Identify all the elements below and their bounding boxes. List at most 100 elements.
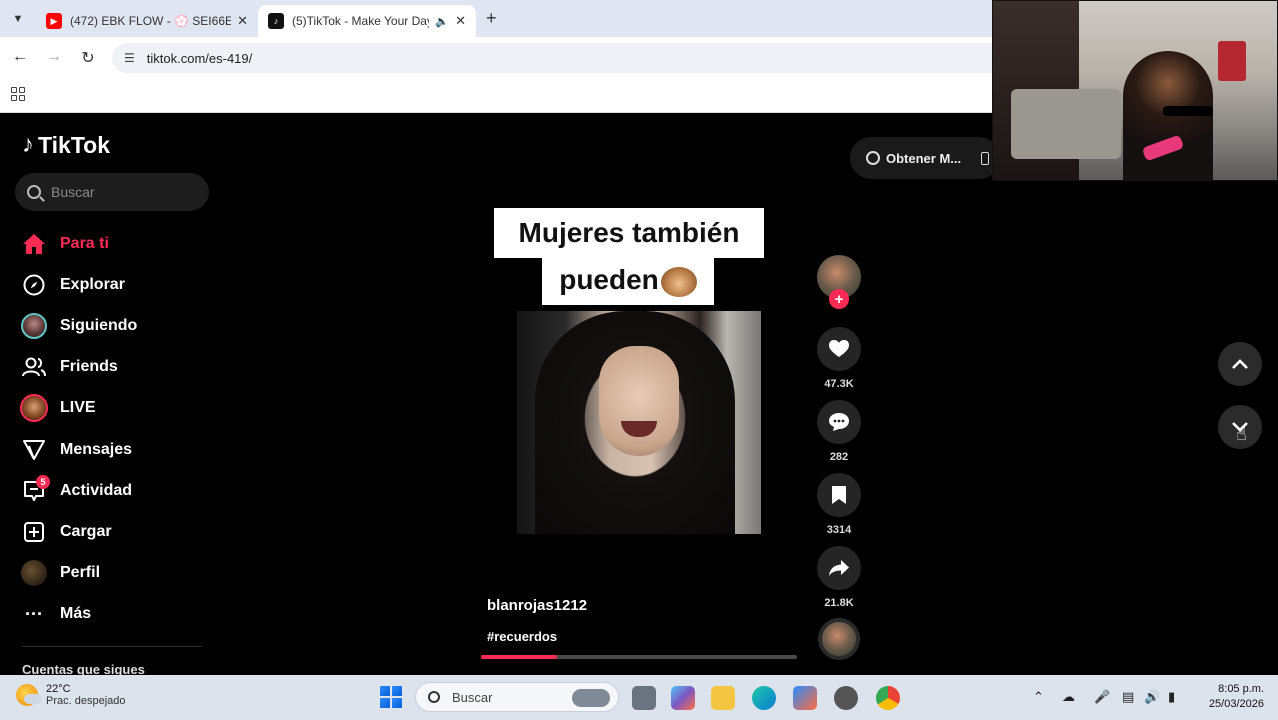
taskbar-clock[interactable]: 8:05 p.m. 25/03/2026 <box>1198 682 1264 712</box>
video-player[interactable]: Mujeres también pueden blanrojas1212 #re… <box>480 197 798 659</box>
profile-avatar <box>18 559 50 587</box>
new-tab-plus-icon[interactable]: + <box>486 8 497 29</box>
video-frame <box>517 311 761 534</box>
back-arrow-icon[interactable]: ← <box>10 48 30 66</box>
show-hidden-icons-chevron-icon[interactable]: ⌃ <box>1033 689 1044 705</box>
webcam-sunglasses <box>1163 106 1213 116</box>
video-username[interactable]: blanrojas1212 <box>487 597 587 614</box>
share-button[interactable] <box>817 546 861 590</box>
sidebar-item-label: Para ti <box>60 234 109 252</box>
comment-count: 282 <box>829 451 849 463</box>
sidebar-item-actividad[interactable]: 5 Actividad <box>18 470 137 511</box>
battery-icon[interactable]: ▮ <box>1168 689 1175 705</box>
volume-icon[interactable]: 🔊 <box>1144 689 1160 705</box>
search-highlight-image <box>572 689 610 707</box>
weather-widget[interactable]: 22°C Prac. despejado <box>16 683 126 707</box>
home-icon <box>18 230 50 258</box>
sidebar-divider <box>22 646 202 647</box>
tab-search-dropdown-icon[interactable]: ▼ <box>8 9 28 29</box>
clock-time: 8:05 p.m. <box>1218 683 1264 695</box>
chevron-up-icon <box>1232 359 1248 369</box>
onedrive-cloud-icon[interactable]: ☁ <box>1062 689 1075 705</box>
sidebar-item-siguiendo[interactable]: Siguiendo <box>18 305 137 346</box>
url-text: tiktok.com/es-419/ <box>146 50 253 66</box>
activity-icon: 5 <box>18 474 50 505</box>
comment-action: 282 <box>817 400 861 463</box>
file-explorer-icon[interactable] <box>711 686 735 710</box>
previous-video-button[interactable] <box>1218 342 1262 386</box>
apps-grid-icon[interactable] <box>11 87 25 101</box>
clock-date: 25/03/2026 <box>1208 698 1264 710</box>
copilot-icon[interactable] <box>671 686 695 710</box>
tab-title: (5)TikTok - Make Your Day <box>292 14 430 28</box>
chrome-icon[interactable] <box>876 686 900 710</box>
edge-icon[interactable] <box>752 686 776 710</box>
phone-icon <box>981 151 990 165</box>
taskbar-search-input[interactable]: Buscar <box>415 682 619 712</box>
tiktok-note-icon: ♪ <box>22 131 34 158</box>
upload-icon <box>18 518 50 546</box>
tiktok-page: ♪ TikTok Buscar Para ti Explorar Siguien… <box>0 113 1278 677</box>
taskbar-search-placeholder: Buscar <box>452 689 493 705</box>
sidebar-item-explorar[interactable]: Explorar <box>18 264 137 305</box>
video-progress-bar[interactable] <box>481 655 797 659</box>
compass-icon <box>866 151 880 165</box>
like-action: 47.3K <box>817 327 861 390</box>
network-icon[interactable]: ▤ <box>1122 689 1134 705</box>
sidebar-item-label: Perfil <box>60 564 101 582</box>
webcam-overlay <box>992 0 1278 181</box>
tab-close-icon[interactable]: ✕ <box>455 13 466 29</box>
get-app-button[interactable]: Obtener M... <box>850 137 1000 179</box>
sidebar-item-mensajes[interactable]: Mensajes <box>18 429 137 470</box>
sidebar-item-live[interactable]: LIVE <box>18 388 137 429</box>
search-placeholder: Buscar <box>51 184 95 200</box>
following-avatar <box>18 312 50 340</box>
compass-icon <box>18 271 50 299</box>
sidebar-item-cargar[interactable]: Cargar <box>18 511 137 552</box>
search-input[interactable]: Buscar <box>15 173 209 211</box>
search-icon <box>428 691 440 703</box>
weather-temperature: 22°C <box>46 683 71 695</box>
webcam-red-object <box>1218 41 1246 81</box>
video-caption-line2: pueden <box>542 255 714 305</box>
comment-icon <box>829 413 849 431</box>
browser-tab-youtube[interactable]: ▶ (472) EBK FLOW - ⁨💮 SEI66EIS ✕ <box>36 5 258 37</box>
browser-tab-tiktok[interactable]: ♪ (5)TikTok - Make Your Day 🔈 ✕ <box>258 5 476 37</box>
speaker-icon[interactable]: 🔈 <box>435 15 449 28</box>
music-disc-avatar[interactable] <box>818 618 860 660</box>
like-button[interactable] <box>817 327 861 371</box>
activity-badge: 5 <box>36 474 50 489</box>
sidebar-item-label: Explorar <box>60 275 125 293</box>
sidebar-item-perfil[interactable]: Perfil <box>18 553 137 594</box>
follow-plus-icon[interactable]: + <box>829 289 849 309</box>
more-icon: ··· <box>25 603 43 624</box>
task-view-icon[interactable] <box>632 686 656 710</box>
sidebar-item-mas[interactable]: ··· Más <box>18 594 137 635</box>
weather-condition: Prac. despejado <box>46 695 126 707</box>
store-icon[interactable] <box>793 686 817 710</box>
save-action: 3314 <box>817 473 861 536</box>
like-count: 47.3K <box>824 378 854 390</box>
save-button[interactable] <box>817 473 861 517</box>
sidebar-item-friends[interactable]: Friends <box>18 347 137 388</box>
sidebar-nav: Para ti Explorar Siguiendo Friends LIVE <box>18 223 137 635</box>
sidebar-item-label: Cargar <box>60 522 112 540</box>
webcam-streamer <box>1123 51 1213 180</box>
sidebar-item-para-ti[interactable]: Para ti <box>18 223 137 264</box>
tiktok-logo[interactable]: ♪ TikTok <box>22 131 110 159</box>
windows-start-icon[interactable] <box>380 686 402 708</box>
comment-button[interactable] <box>817 400 861 444</box>
discord-icon[interactable] <box>834 686 858 710</box>
see-no-evil-monkey-emoji <box>660 266 697 297</box>
tiktok-wordmark: TikTok <box>38 131 110 158</box>
site-settings-icon[interactable]: ☰ <box>124 51 135 65</box>
share-count: 21.8K <box>824 597 854 609</box>
forward-arrow-icon[interactable]: → <box>44 48 64 66</box>
sidebar-item-label: Más <box>60 605 92 623</box>
tab-title: (472) EBK FLOW - ⁨💮 SEI66EIS <box>70 14 232 28</box>
video-hashtag[interactable]: #recuerdos <box>487 629 557 644</box>
microphone-icon[interactable]: 🎤 <box>1094 689 1110 705</box>
tab-close-icon[interactable]: ✕ <box>237 13 248 29</box>
save-count: 3314 <box>826 524 852 536</box>
reload-icon[interactable]: ↻ <box>78 48 98 68</box>
